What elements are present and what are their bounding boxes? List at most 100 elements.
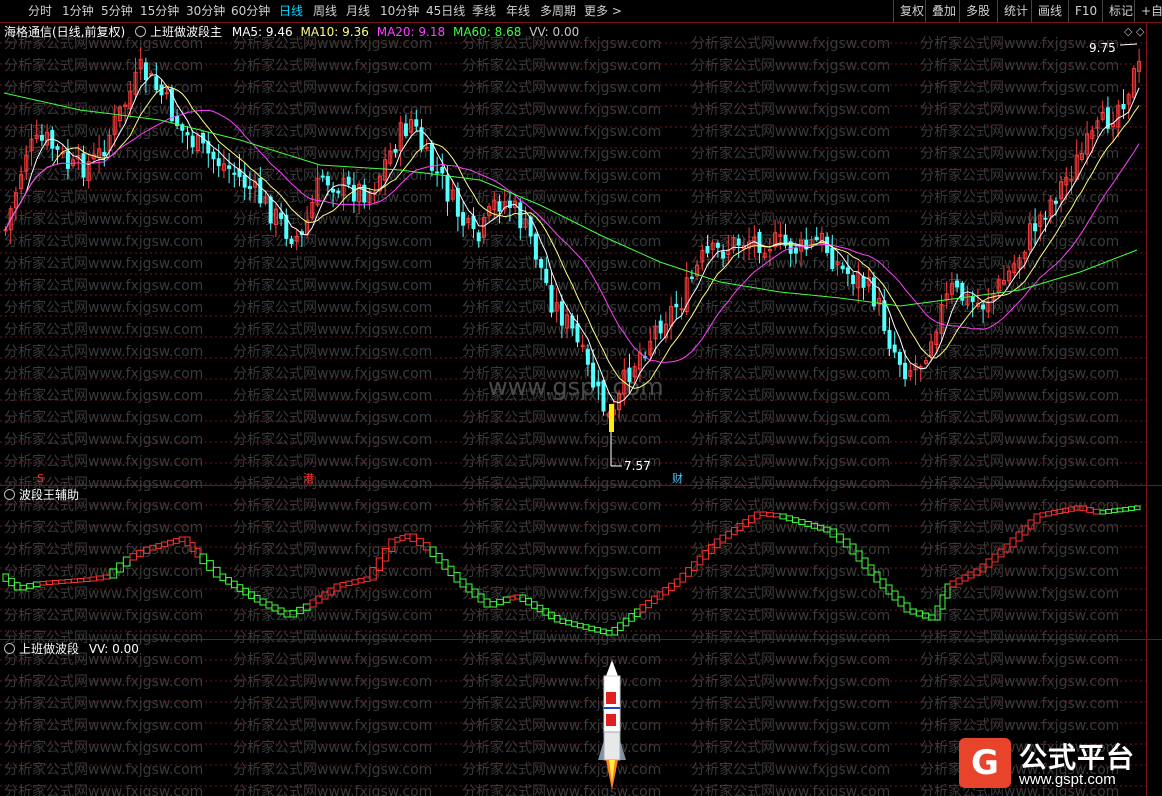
wave-step [719, 534, 727, 543]
watermark-text: 分析家公式网www.fxjgsw.com [691, 739, 890, 756]
watermark-text: 分析家公式网www.fxjgsw.com [920, 365, 1119, 382]
candle-body [403, 123, 408, 137]
watermark-text: 分析家公式网www.fxjgsw.com [4, 299, 203, 316]
marker-s[interactable]: S [37, 471, 44, 487]
watermark-text: 分析家公式网www.fxjgsw.com [691, 57, 890, 74]
watermark-text: 分析家公式网www.fxjgsw.com [691, 783, 890, 796]
watermark-text: 分析家公式网www.fxjgsw.com [920, 563, 1119, 580]
marker-finance[interactable]: 财 [672, 471, 683, 487]
watermark-text: 分析家公式网www.fxjgsw.com [691, 519, 890, 536]
candle-body [1043, 217, 1048, 220]
candle-body [840, 265, 845, 270]
wave-step [897, 596, 905, 607]
candle-body [627, 367, 632, 383]
vv-value: VV: 0.00 [529, 25, 580, 39]
watermark-text: 分析家公式网www.fxjgsw.com [920, 651, 1119, 668]
candle-body [289, 238, 294, 245]
watermark-text: 分析家公式网www.fxjgsw.com [233, 453, 432, 470]
candle-body [102, 151, 107, 156]
watermark-text: 分析家公式网www.fxjgsw.com [691, 541, 890, 558]
wave-step [212, 566, 221, 578]
candle-body [736, 238, 741, 246]
watermark-text: 分析家公式网www.fxjgsw.com [233, 211, 432, 228]
watermark-text: 分析家公式网www.fxjgsw.com [233, 79, 432, 96]
candle-body [892, 344, 897, 353]
candle-body [414, 119, 419, 127]
watermark-text: 分析家公式网www.fxjgsw.com [233, 761, 432, 778]
highlight-candle [609, 404, 614, 432]
watermark-text: 分析家公式网www.fxjgsw.com [920, 717, 1119, 734]
wave-step [64, 579, 72, 584]
logo-url: www.gspt.com [1019, 771, 1116, 788]
sub-pane2-title[interactable]: 上班做波段 [19, 642, 79, 656]
watermark-text: 分析家公式网www.fxjgsw.com [462, 431, 661, 448]
sub-pane1-header: 波段王辅助 [4, 487, 79, 503]
watermark-text: 分析家公式网www.fxjgsw.com [462, 145, 661, 162]
wave-step [679, 572, 687, 583]
candle-body [185, 132, 190, 136]
candle-body [601, 380, 606, 412]
rocket-window-top [606, 692, 616, 704]
watermark-text: 分析家公式网www.fxjgsw.com [233, 739, 432, 756]
candle-body [871, 277, 876, 307]
candle-body [559, 301, 564, 326]
candle-body [507, 200, 512, 208]
watermark-text: 分析家公式网www.fxjgsw.com [920, 123, 1119, 140]
candle-body [3, 229, 8, 232]
rocket-window-bottom [606, 714, 616, 726]
candle-body [882, 300, 887, 331]
sub-pane1-toggle-icon[interactable] [4, 489, 15, 500]
watermark-text: 分析家公式网www.fxjgsw.com [920, 145, 1119, 162]
watermark-text: 分析家公式网www.fxjgsw.com [4, 167, 203, 184]
watermark-text: 分析家公式网www.fxjgsw.com [691, 629, 890, 646]
watermark-text: 分析家公式网www.fxjgsw.com [691, 431, 890, 448]
watermark-text: 分析家公式网www.fxjgsw.com [4, 255, 203, 272]
candle-body [596, 381, 601, 387]
candle-body [476, 232, 481, 242]
watermark-text: 分析家公式网www.fxjgsw.com [462, 497, 661, 514]
watermark-text: 分析家公式网www.fxjgsw.com [4, 783, 203, 796]
diamond-icon[interactable]: ◇ [1124, 24, 1132, 40]
candle-body [981, 304, 986, 310]
watermark-text: 分析家公式网www.fxjgsw.com [233, 277, 432, 294]
stock-name: 海格通信(日线,前复权) [4, 25, 126, 39]
candle-body [845, 267, 850, 274]
watermark-text: 分析家公式网www.fxjgsw.com [462, 189, 661, 206]
watermark-text: 分析家公式网www.fxjgsw.com [920, 233, 1119, 250]
watermark-text: 分析家公式网www.fxjgsw.com [233, 695, 432, 712]
watermark-text: 分析家公式网www.fxjgsw.com [462, 101, 661, 118]
wave-step [1133, 505, 1141, 511]
sub-pane1-title[interactable]: 波段王辅助 [19, 488, 79, 502]
watermark-text: 分析家公式网www.fxjgsw.com [920, 475, 1119, 492]
watermark-text: 分析家公式网www.fxjgsw.com [4, 409, 203, 426]
candle-body [393, 149, 398, 153]
watermark-text: 分析家公式网www.fxjgsw.com [4, 277, 203, 294]
watermark-text: 分析家公式网www.fxjgsw.com [691, 35, 890, 52]
indicator-name[interactable]: 上班做波段主 [150, 25, 222, 39]
logo-glyph: G [971, 743, 999, 783]
candle-body [65, 151, 70, 169]
expand-icon[interactable]: ◇ [1136, 24, 1144, 40]
candle-body [533, 233, 538, 260]
wave-step [39, 581, 47, 586]
wave-step [1128, 506, 1135, 511]
candle-body [549, 285, 554, 313]
watermark-text: 分析家公式网www.fxjgsw.com [462, 233, 661, 250]
candle-body [851, 274, 856, 284]
candle-body [268, 196, 273, 224]
watermark-text: 分析家公式网www.fxjgsw.com [233, 563, 432, 580]
watermark-text: 分析家公式网www.fxjgsw.com [691, 497, 890, 514]
watermark-text: 分析家公式网www.fxjgsw.com [691, 673, 890, 690]
watermark-text: 分析家公式网www.fxjgsw.com [920, 431, 1119, 448]
chart-canvas[interactable]: 分析家公式网www.fxjgsw.com 分析家公式网www.fxjgsw.com… [0, 0, 1162, 796]
watermark-text: 分析家公式网www.fxjgsw.com [462, 717, 661, 734]
candle-body [445, 174, 450, 202]
watermark-text: 分析家公式网www.fxjgsw.com [462, 409, 661, 426]
indicator-toggle-icon[interactable] [135, 26, 147, 37]
watermark-text: 分析家公式网www.fxjgsw.com [233, 475, 432, 492]
ma10-value: MA10: 9.36 [300, 25, 369, 39]
marker-hk[interactable]: 港 [303, 471, 314, 487]
watermark-text: 分析家公式网www.fxjgsw.com [691, 321, 890, 338]
sub-pane2-header: 上班做波段 VV: 0.00 [4, 641, 139, 657]
sub-pane2-toggle-icon[interactable] [4, 643, 15, 654]
